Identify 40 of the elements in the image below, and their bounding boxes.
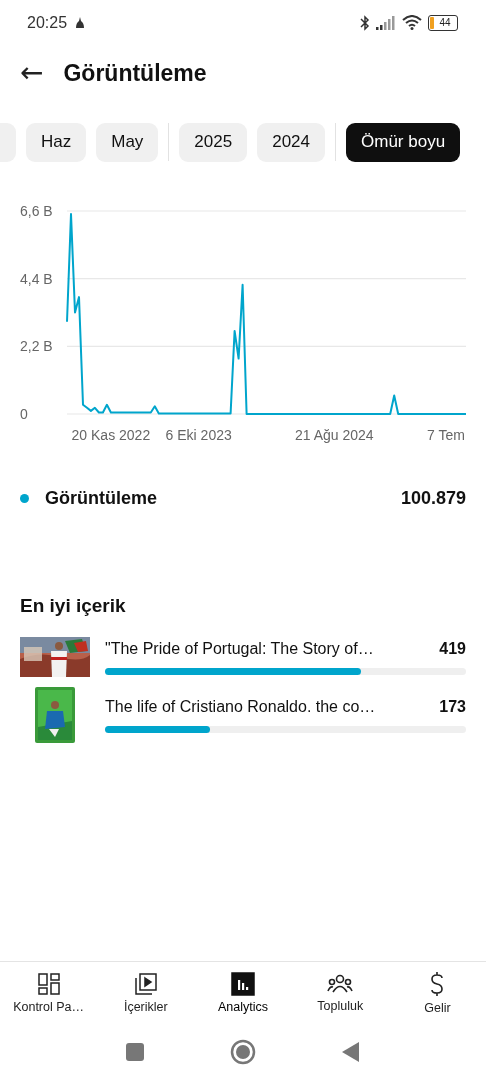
filter-chip[interactable]: Ömür boyu	[346, 122, 461, 162]
total-views: 100.879	[400, 488, 466, 509]
status-time: 20:25	[27, 13, 68, 32]
filter-chip[interactable]: May	[96, 122, 159, 162]
nav-tab[interactable]: Gelir	[388, 962, 486, 1024]
y-axis-label: 6,6 B	[20, 203, 53, 219]
nav-tab[interactable]: İçerikler	[97, 962, 195, 1024]
signal-icon	[376, 15, 396, 30]
back-nav-button[interactable]	[342, 1042, 360, 1062]
bluetooth-icon	[360, 14, 370, 31]
filter-chip[interactable]: 2025	[179, 122, 248, 162]
notification-icon	[75, 16, 86, 29]
back-button[interactable]: ←	[20, 59, 44, 87]
filter-chip[interactable]: Haz	[26, 122, 87, 162]
filter-chip[interactable]: 2024	[257, 122, 325, 162]
x-axis-label: 7 Tem	[427, 427, 465, 443]
y-axis-label: 2,2 B	[20, 338, 53, 355]
y-axis-label: 4,4 B	[20, 270, 53, 287]
nav-tab[interactable]: Topluluk	[291, 962, 389, 1024]
dollar-icon	[429, 971, 446, 997]
people-icon	[327, 973, 354, 995]
dashboard-icon	[36, 972, 61, 996]
section-title: En iyi içerik	[19, 595, 127, 617]
view-count: 173	[439, 697, 466, 716]
y-axis-label: 0	[20, 406, 28, 422]
legend-label: Görüntüleme	[45, 488, 158, 509]
x-axis-label: 21 Ağu 2024	[295, 427, 374, 443]
wifi-icon	[402, 15, 422, 30]
analytics-icon	[231, 972, 255, 996]
home-button[interactable]	[230, 1039, 256, 1065]
battery-icon: 44	[428, 14, 458, 31]
x-axis-label: 6 Eki 2023	[165, 427, 232, 443]
video-title[interactable]: The life of Cristiano Ronaldo. the co…	[105, 697, 376, 716]
nav-tab[interactable]: Analytics	[194, 962, 292, 1024]
page-title: Görüntüleme	[63, 59, 207, 87]
x-axis-label: 20 Kas 2022	[71, 427, 151, 443]
nav-tab[interactable]: Kontrol Pa…	[0, 962, 98, 1024]
view-count: 419	[439, 639, 466, 658]
video-title[interactable]: "The Pride of Portugal: The Story of…	[105, 639, 374, 658]
videos-icon	[133, 972, 158, 996]
